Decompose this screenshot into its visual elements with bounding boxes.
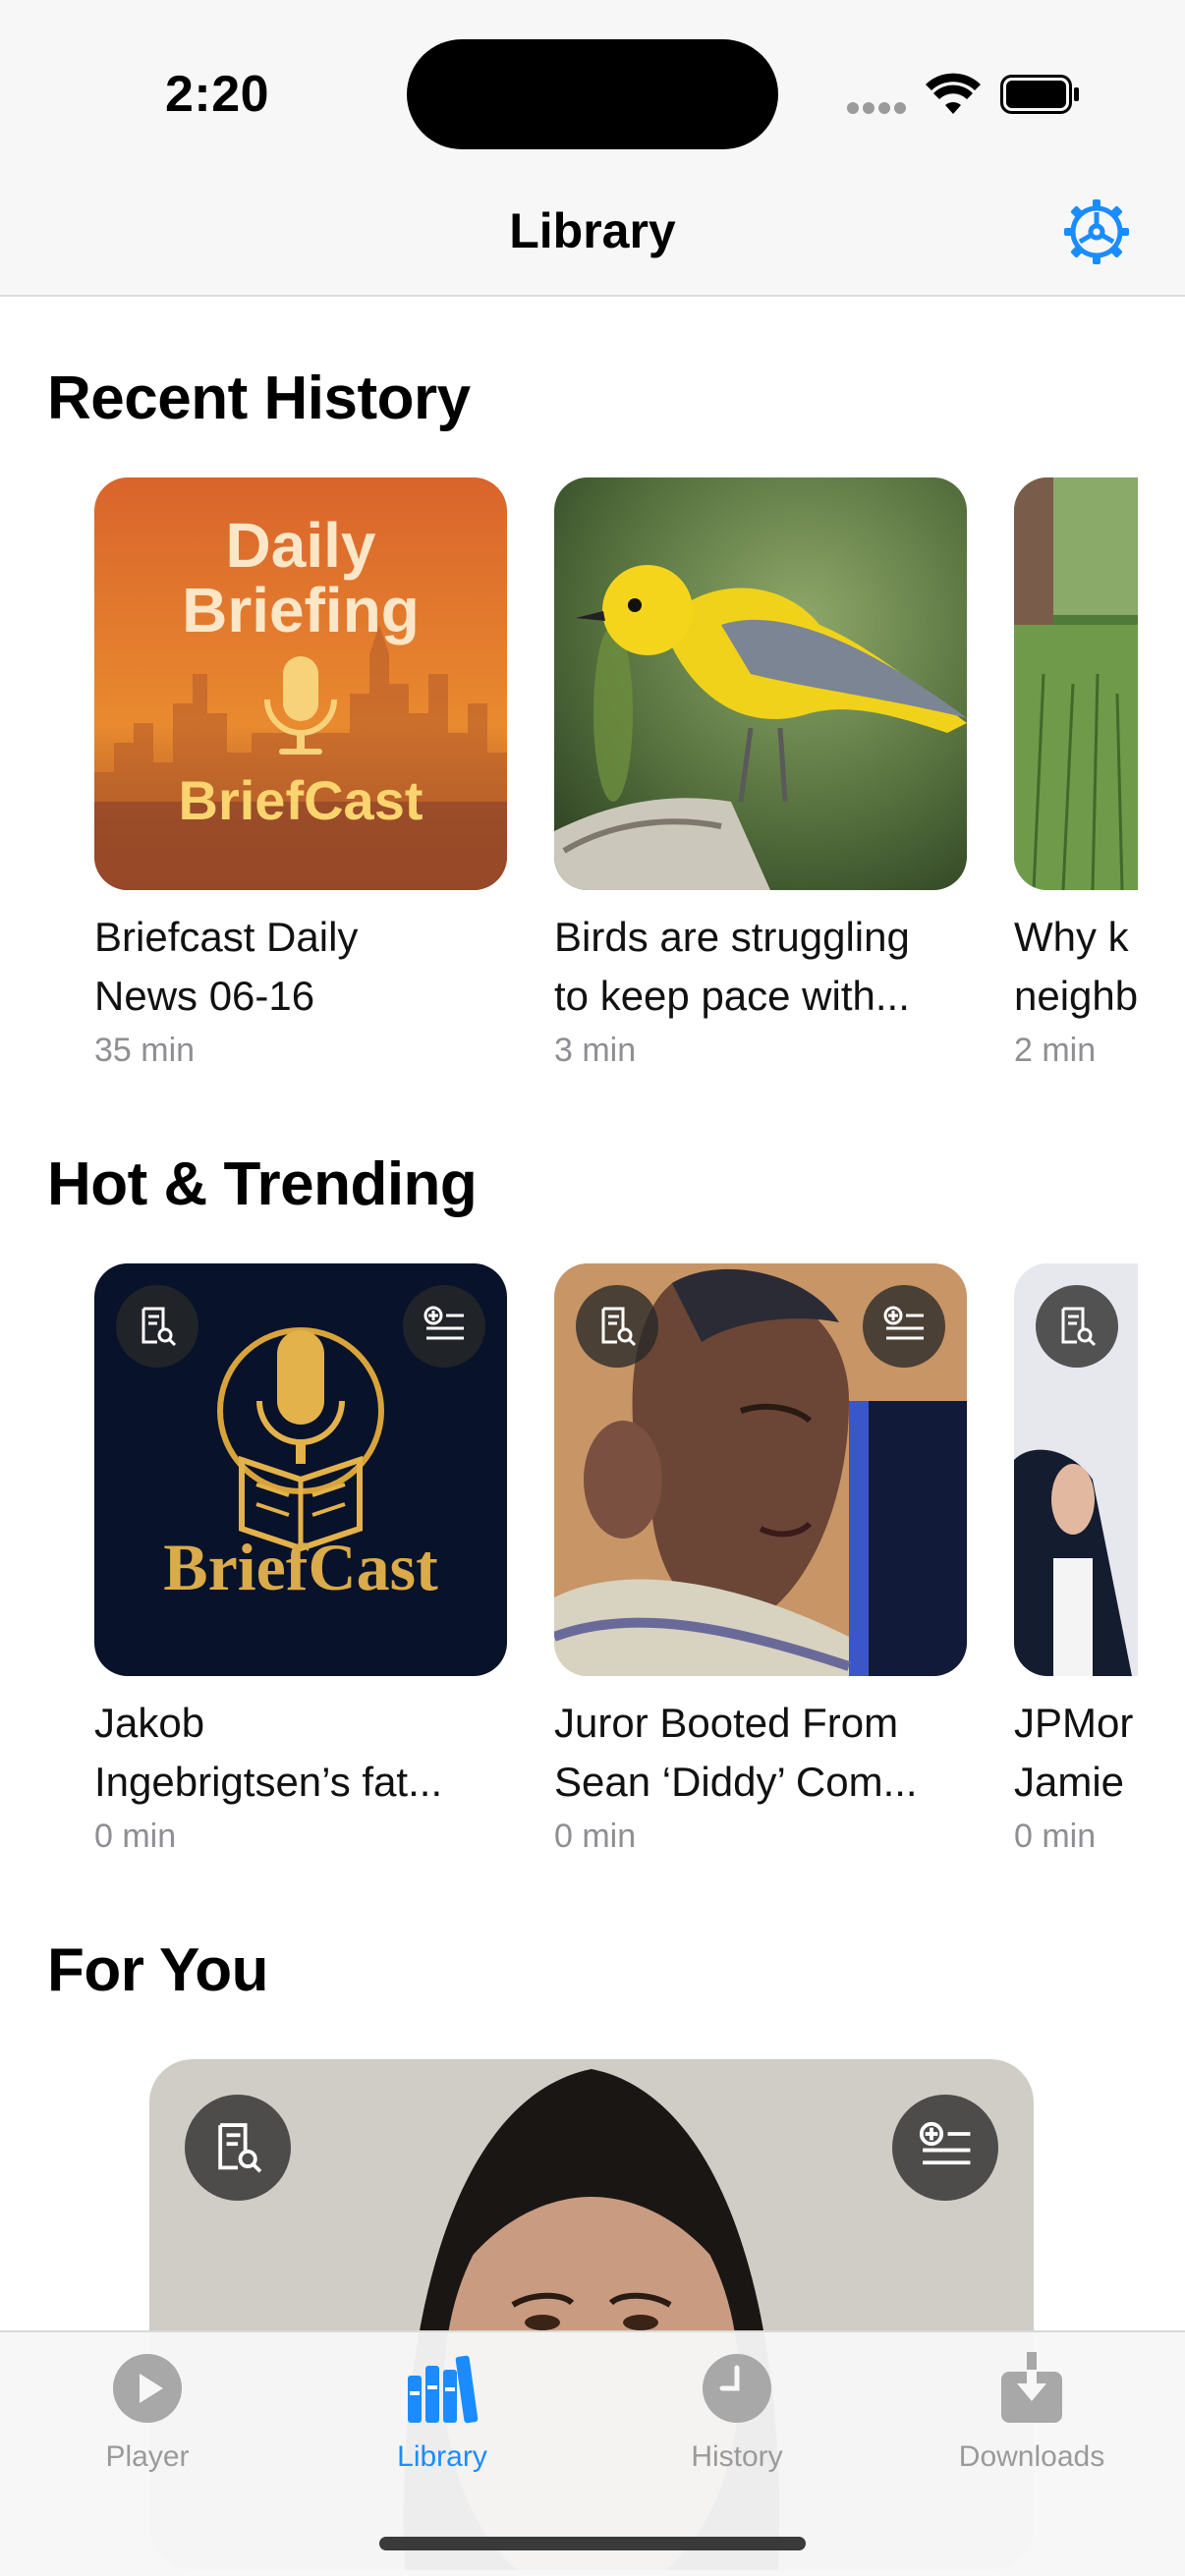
play-icon (113, 2354, 182, 2423)
artwork-title-line1: Daily (225, 510, 376, 581)
episode-duration: 0 min (1014, 1818, 1097, 1855)
books-icon (408, 2355, 479, 2424)
transcript-search-icon (601, 1307, 637, 1347)
episode-duration: 0 min (554, 1818, 637, 1855)
clock-icon (703, 2354, 771, 2423)
transcript-search-icon (1061, 1307, 1097, 1347)
status-bar: 2:20 (0, 0, 1185, 187)
cellular-signal-icon (847, 102, 908, 116)
tab-history[interactable]: History (590, 2332, 884, 2490)
episode-artwork (1014, 1263, 1138, 1676)
episode-artwork (1014, 477, 1138, 890)
tab-library[interactable]: Library (295, 2332, 590, 2490)
episode-title: Why k neighb (1014, 914, 1138, 1019)
navigation-bar: Library (0, 187, 1185, 297)
add-to-queue-icon (919, 2121, 971, 2165)
tab-player[interactable]: Player (0, 2332, 295, 2490)
transcript-button[interactable] (185, 2095, 291, 2201)
dynamic-island (407, 39, 778, 149)
add-to-queue-button[interactable] (892, 2095, 998, 2201)
transcript-button[interactable] (576, 1285, 658, 1368)
add-to-queue-icon (423, 1306, 464, 1340)
tab-label: Downloads (958, 2440, 1105, 2473)
recent-history-row[interactable]: Daily Briefing BriefCast Briefcast Daily… (94, 477, 1138, 1087)
episode-duration: 35 min (94, 1032, 196, 1069)
episode-artwork: Daily Briefing BriefCast (94, 477, 507, 890)
status-time: 2:20 (165, 66, 270, 123)
transcript-button[interactable] (116, 1285, 198, 1368)
episode-artwork: BriefCast (94, 1263, 507, 1676)
home-indicator (379, 2537, 806, 2550)
hot-trending-row[interactable]: BriefCast Jakob Ingebrigtsen’s fat... 0 … (94, 1263, 1138, 1873)
episode-title: Briefcast Daily News 06-16 (94, 914, 359, 1019)
add-to-queue-button[interactable] (863, 1285, 945, 1368)
transcript-search-icon (218, 2123, 262, 2173)
download-icon (1001, 2352, 1062, 2423)
episode-artwork (554, 1263, 967, 1676)
episode-title: Juror Booted From Sean ‘Diddy’ Com... (554, 1700, 918, 1805)
tab-label: History (691, 2440, 783, 2473)
episode-title: Birds are struggling to keep pace with..… (554, 914, 910, 1019)
episode-title: Jakob Ingebrigtsen’s fat... (94, 1700, 443, 1805)
gear-icon[interactable] (1061, 196, 1132, 267)
section-title-for-you: For You (47, 1936, 268, 2004)
episode-title: JPMor Jamie (1014, 1700, 1134, 1805)
tab-label: Library (397, 2440, 487, 2473)
section-title-recent-history: Recent History (47, 364, 471, 432)
transcript-button[interactable] (1036, 1285, 1118, 1368)
add-to-queue-icon (883, 1306, 924, 1340)
episode-artwork (554, 477, 967, 890)
episode-duration: 3 min (554, 1032, 637, 1069)
page-title: Library (509, 203, 676, 258)
tab-downloads[interactable]: Downloads (884, 2332, 1179, 2490)
episode-duration: 0 min (94, 1818, 177, 1855)
artwork-brand: BriefCast (178, 769, 423, 831)
add-to-queue-button[interactable] (403, 1285, 485, 1368)
artwork-title-line2: Briefing (182, 575, 420, 645)
tab-label: Player (105, 2440, 190, 2473)
episode-duration: 2 min (1014, 1032, 1097, 1069)
battery-icon (1000, 75, 1079, 114)
section-title-hot-trending: Hot & Trending (47, 1150, 478, 1218)
wifi-icon (926, 73, 981, 114)
transcript-search-icon (141, 1307, 177, 1347)
artwork-brand: BriefCast (163, 1530, 438, 1604)
